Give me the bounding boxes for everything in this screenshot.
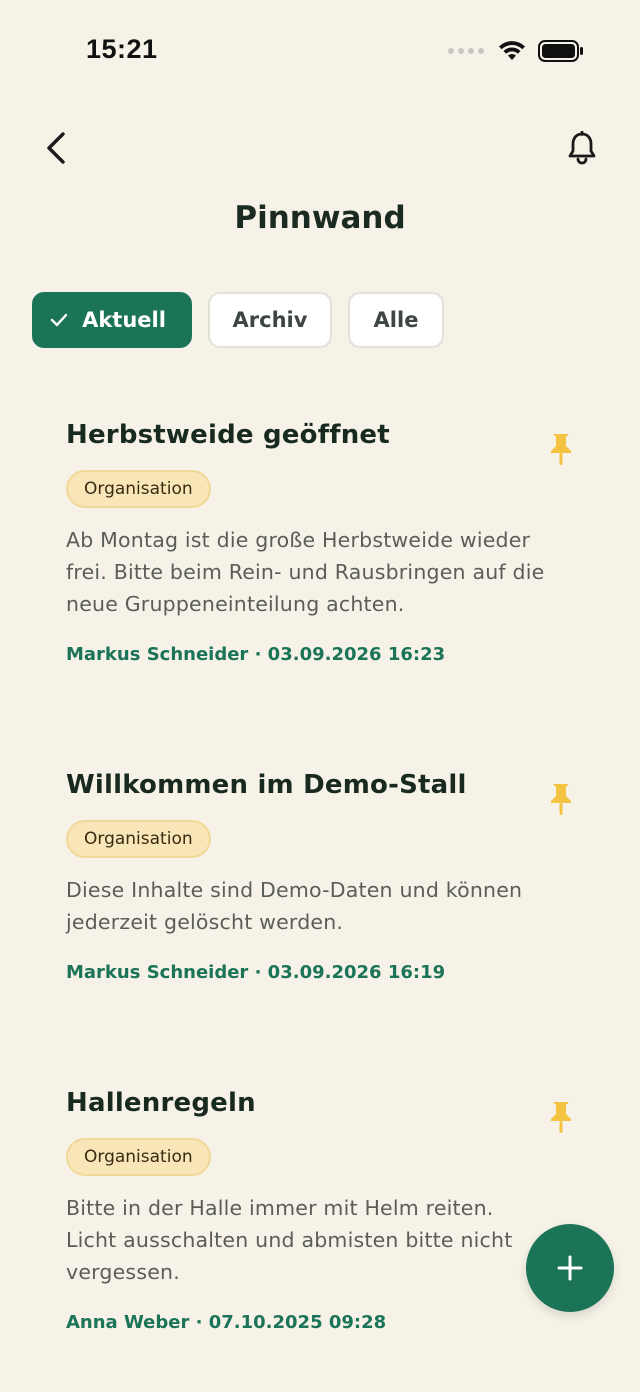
navigation-bar — [0, 120, 640, 180]
status-icons — [448, 40, 584, 62]
category-tag: Organisation — [66, 1138, 211, 1176]
filter-chip-label: Alle — [373, 308, 419, 332]
pushpin-icon[interactable] — [548, 782, 574, 820]
filter-chip-archiv[interactable]: Archiv — [208, 292, 332, 348]
category-tag: Organisation — [66, 820, 211, 858]
post-card[interactable]: Hallenregeln Organisation Bitte in der H… — [66, 1088, 574, 1333]
pushpin-icon[interactable] — [548, 1100, 574, 1138]
post-title: Willkommen im Demo-Stall — [66, 770, 467, 800]
battery-icon — [538, 40, 583, 62]
filter-chip-label: Archiv — [232, 308, 308, 332]
status-time: 15:21 — [86, 34, 158, 64]
post-card[interactable]: Willkommen im Demo-Stall Organisation Di… — [66, 770, 574, 983]
plus-icon — [557, 1255, 583, 1281]
cellular-signal-icon — [448, 48, 484, 54]
post-body: Diese Inhalte sind Demo-Daten und können… — [66, 878, 523, 934]
back-button[interactable] — [36, 126, 76, 170]
post-meta: Markus Schneider · 03.09.2026 16:23 — [66, 644, 446, 665]
wifi-icon — [499, 41, 525, 60]
pushpin-icon[interactable] — [548, 432, 574, 470]
post-card[interactable]: Herbstweide geöffnet Organisation Ab Mon… — [66, 420, 574, 665]
post-title: Hallenregeln — [66, 1088, 256, 1118]
post-meta: Markus Schneider · 03.09.2026 16:19 — [66, 962, 446, 983]
filter-chip-label: Aktuell — [82, 308, 166, 332]
add-post-button[interactable] — [526, 1224, 614, 1312]
filter-chip-alle[interactable]: Alle — [348, 292, 444, 348]
filter-chips: Aktuell Archiv Alle — [32, 292, 444, 348]
category-tag: Organisation — [66, 470, 211, 508]
filter-chip-aktuell[interactable]: Aktuell — [32, 292, 192, 348]
status-bar: 15:21 — [0, 0, 640, 100]
checkmark-icon — [50, 313, 68, 327]
page-title: Pinnwand — [234, 200, 406, 236]
post-meta: Anna Weber · 07.10.2025 09:28 — [66, 1312, 387, 1333]
post-body: Ab Montag ist die große Herbstweide wied… — [66, 528, 545, 616]
notifications-button[interactable] — [562, 126, 602, 170]
chevron-left-icon — [47, 132, 65, 164]
bell-icon — [568, 131, 596, 165]
post-body: Bitte in der Halle immer mit Helm reiten… — [66, 1196, 513, 1284]
post-title: Herbstweide geöffnet — [66, 420, 390, 450]
